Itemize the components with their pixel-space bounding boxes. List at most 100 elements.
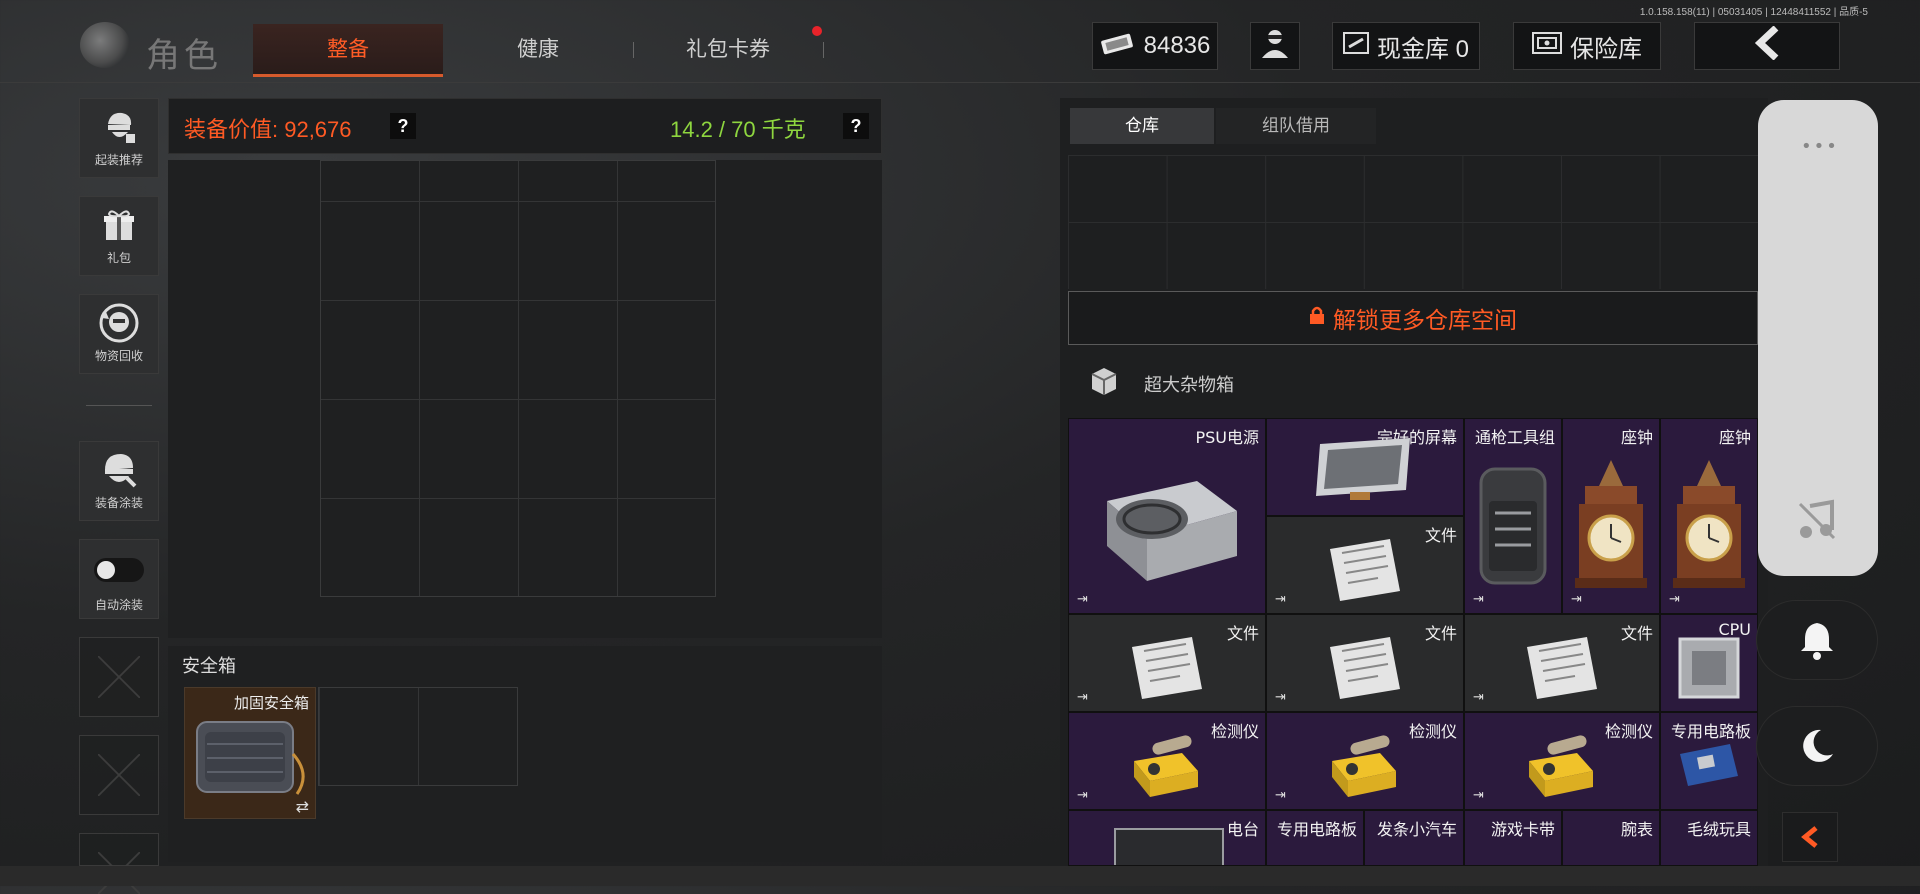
night-mode-button[interactable] [1756,706,1878,786]
toolkit-icon [1479,467,1547,585]
tab-loadout[interactable]: 整备 [253,24,443,77]
music-off-icon[interactable] [1794,498,1840,544]
equipment-skin-button[interactable]: 装备涂装 [79,441,159,521]
collapse-arrow-button[interactable] [1782,812,1838,862]
unlock-storage-button[interactable]: 解锁更多仓库空间 [1068,291,1758,345]
storage-item[interactable]: CPU [1660,614,1758,712]
tab-team-borrow[interactable]: 组队借用 [1216,108,1376,144]
storage-item[interactable]: 专用电路板 [1660,712,1758,810]
storage-item[interactable]: 文件 ⇥ [1464,614,1660,712]
tab-storage[interactable]: 仓库 [1070,108,1214,144]
clock-icon [1575,459,1647,588]
storage-item[interactable]: 腕表 [1562,810,1660,866]
box-icon [1088,365,1120,402]
storage-item[interactable]: 检测仪 ⇥ [1464,712,1660,810]
storage-item[interactable]: 游戏卡带 [1464,810,1562,866]
item-name: 腕表 [1620,820,1653,839]
sidebar-label: 礼包 [106,251,131,265]
money-amount: 84836 [1143,32,1211,59]
chevron-left-icon [1801,826,1818,848]
clock-icon [1673,459,1745,588]
safe-box-item[interactable]: 加固安全箱 ⇄ [184,687,316,819]
storage-item[interactable]: 座钟 ⇥ [1660,418,1758,614]
unlock-label: 解锁更多仓库空间 [1333,308,1517,334]
safe-box-slots[interactable] [318,687,518,786]
helmet-icon [80,450,158,490]
detector-icon [1134,735,1198,797]
recycle-icon [80,303,158,343]
storage-item[interactable]: 检测仪 ⇥ [1266,712,1464,810]
insurance-label: 保险库 [1570,35,1642,63]
moon-icon [1803,729,1833,762]
storage-item[interactable]: 文件 ⇥ [1266,516,1464,614]
extract-icon: ⇥ [1077,788,1088,803]
cash-icon [1100,31,1136,62]
tab-gift-coupons[interactable]: 礼包卡券 [633,24,823,74]
document-icon [1132,636,1202,699]
recycle-button[interactable]: 物资回收 [79,294,159,374]
item-name: 通枪工具组 [1474,428,1555,447]
safe-icon [1532,31,1562,62]
vault-icon [1342,31,1369,62]
storage-item[interactable]: 发条小汽车 [1364,810,1464,866]
bottom-strip [0,866,1920,886]
more-dots-icon[interactable]: ••• [1801,136,1839,157]
storage-item[interactable]: PSU电源 ⇥ [1068,418,1266,614]
character-logo [80,22,130,68]
storage-item[interactable]: 毛绒玩具 [1660,810,1758,866]
backpack-grid[interactable] [320,160,716,597]
circuit-board-icon [1680,743,1738,786]
loadout-recommend-button[interactable]: 起装推荐 [79,98,159,178]
extract-icon: ⇥ [1473,690,1484,705]
item-name: 专用电路板 [1276,820,1357,839]
item-name: PSU电源 [1195,428,1259,447]
notification-button[interactable] [1756,600,1878,680]
document-icon [1330,538,1400,601]
container-name: 超大杂物箱 [1144,374,1234,396]
floating-menu-panel[interactable]: ••• [1758,100,1878,576]
storage-item[interactable]: 通枪工具组 ⇥ [1464,418,1562,614]
sidebar-label: 起装推荐 [94,153,143,167]
equipment-value: 装备价值: 92,676 [184,117,352,142]
item-name: 检测仪 [1604,722,1653,741]
item-name: 文件 [1424,624,1457,643]
storage-item[interactable]: 检测仪 ⇥ [1068,712,1266,810]
storage-item[interactable]: 文件 ⇥ [1068,614,1266,712]
bell-icon [1801,623,1833,660]
value-help-button[interactable]: ? [390,113,416,139]
detector-icon [1529,735,1593,797]
extract-icon: ⇥ [1275,592,1286,607]
tab-health[interactable]: 健康 [443,24,633,74]
storage-grid[interactable] [1068,155,1758,289]
storage-item[interactable]: 电台 [1068,810,1266,866]
storage-item[interactable]: 文件 ⇥ [1266,614,1464,712]
storage-item[interactable]: 专用电路板 [1266,810,1364,866]
item-name: 电台 [1226,820,1259,839]
toggle-switch[interactable] [94,558,144,582]
sidebar-label: 装备涂装 [94,496,143,510]
extract-icon: ⇥ [1275,788,1286,803]
empty-slot [79,735,159,815]
auto-skin-toggle[interactable]: 自动涂装 [79,539,159,619]
extract-icon: ⇥ [1275,690,1286,705]
insurance-vault-button[interactable]: 保险库 [1513,22,1661,70]
storage-item[interactable]: 完好的屏幕 [1266,418,1464,516]
agent-icon [1258,26,1292,67]
cash-vault-button[interactable]: 现金库 0 [1332,22,1480,70]
document-icon [1330,636,1400,699]
extract-icon: ⇥ [1473,592,1484,607]
storage-item[interactable]: 座钟 ⇥ [1562,418,1660,614]
weight-help-button[interactable]: ? [843,113,869,139]
item-name: 文件 [1620,624,1653,643]
back-button[interactable] [1694,22,1840,70]
item-name: 座钟 [1620,428,1653,447]
tab-divider [823,42,824,58]
document-icon [1527,636,1597,699]
empty-slot [79,833,159,894]
extract-icon: ⇥ [1473,788,1484,803]
money-display[interactable]: 84836 [1092,22,1218,70]
agent-button[interactable] [1250,22,1300,70]
gift-pack-button[interactable]: 礼包 [79,196,159,276]
swap-icon[interactable]: ⇄ [296,797,309,816]
item-name: 座钟 [1718,428,1751,447]
